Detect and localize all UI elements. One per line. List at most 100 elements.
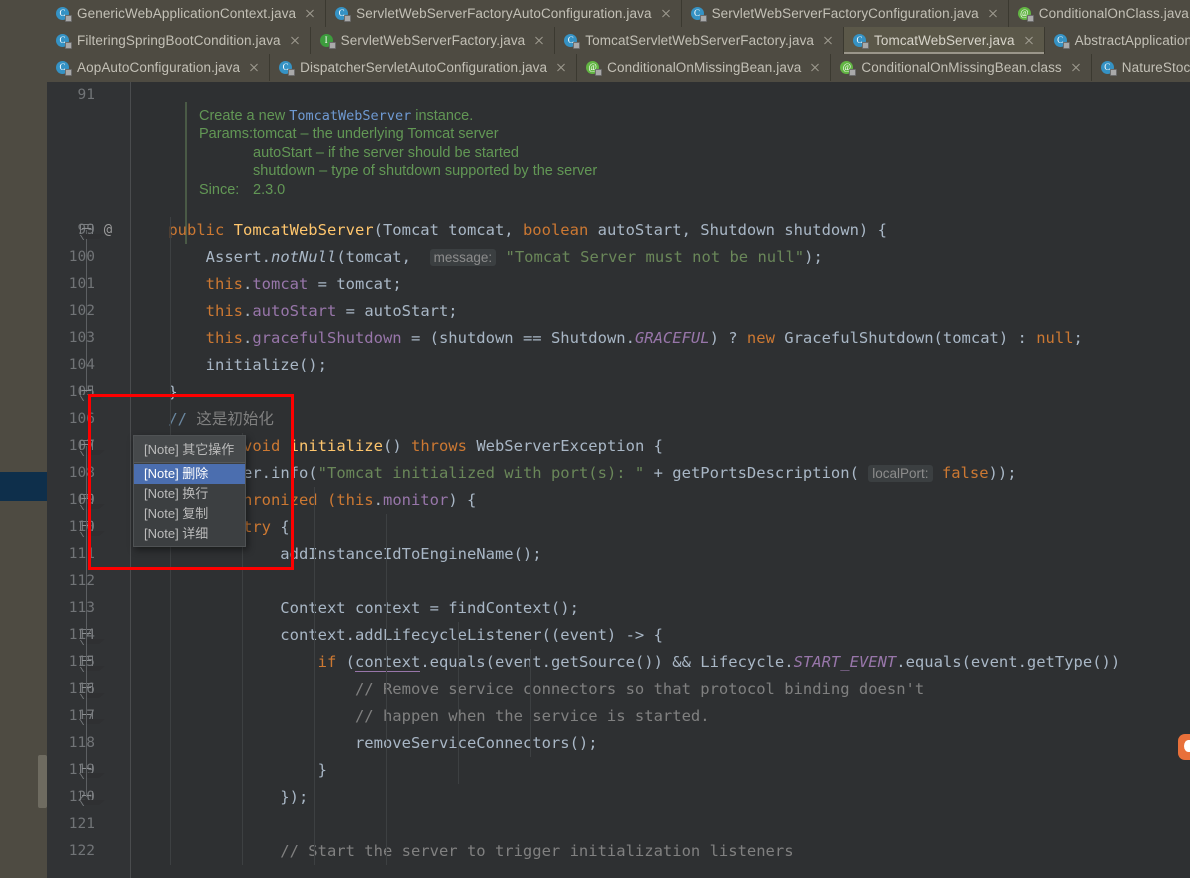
code-line-99[interactable]: public TomcatWebServer(Tomcat tomcat, bo… <box>131 217 887 244</box>
code-line-114[interactable]: context.addLifecycleListener((event) -> … <box>131 622 663 649</box>
editor-tab-conditionalonmissingbean-java[interactable]: @ ConditionalOnMissingBean.java <box>577 54 832 81</box>
code-token: message: <box>429 249 497 266</box>
indent-guide <box>314 487 315 865</box>
close-icon[interactable] <box>304 8 316 20</box>
code-token: () <box>382 437 411 455</box>
javadoc-param-1: autoStart – if the server should be star… <box>253 144 519 161</box>
left-strip-highlight-band <box>0 472 47 501</box>
code-token: // Start the server to trigger initializ… <box>131 842 794 860</box>
code-token: ) ? <box>709 329 747 347</box>
editor-tab-tomcatwebserver-java[interactable]: C TomcatWebServer.java <box>844 27 1045 54</box>
code-line-100[interactable]: Assert.notNull(tomcat, message: "Tomcat … <box>131 244 823 271</box>
code-token: (Tomcat tomcat, <box>373 221 523 239</box>
close-icon[interactable] <box>289 35 301 47</box>
code-token: TomcatWebServer <box>233 221 374 239</box>
editor-tab-aopautoconfiguration-java[interactable]: C AopAutoConfiguration.java <box>47 54 271 81</box>
javadoc-summary-type: TomcatWebServer <box>289 108 412 124</box>
code-line-118[interactable]: removeServiceConnectors(); <box>131 730 598 757</box>
code-token: gracefulShutdown <box>252 329 402 347</box>
editor-tab-servletwebserverfactory-java[interactable]: I ServletWebServerFactory.java <box>310 27 556 54</box>
code-line-106[interactable]: // 这是初始化 <box>131 406 274 433</box>
code-line-104[interactable]: initialize(); <box>131 352 327 379</box>
java-annotation-icon: @ <box>1017 6 1034 22</box>
editor-gutter[interactable]: 9199100101102103104105106107108109110111… <box>47 82 131 878</box>
javadoc-param-0: tomcat – the underlying Tomcat server <box>253 126 499 143</box>
editor-tab-label: ServletWebServerFactory.java <box>340 33 526 48</box>
code-token: null <box>1036 329 1074 347</box>
code-line-108[interactable]: logger.info("Tomcat initialized with por… <box>131 460 1017 487</box>
code-token: throws <box>410 437 477 455</box>
close-icon[interactable] <box>533 35 545 47</box>
close-icon[interactable] <box>987 8 999 20</box>
code-fold-start-icon[interactable] <box>80 224 105 239</box>
code-line-115[interactable]: if (context.equals(event.getSource()) &&… <box>131 649 1120 676</box>
editor-tab-conditionalonmissingbean-class[interactable]: @ ConditionalOnMissingBean.class <box>831 54 1092 81</box>
note-menu-item-1[interactable]: [Note] 换行 <box>134 484 245 504</box>
line-number: 118 <box>68 735 95 751</box>
editor-tab-dispatcherservletautoconfiguration-java[interactable]: C DispatcherServletAutoConfiguration.java <box>270 54 578 81</box>
line-number: 112 <box>68 573 95 589</box>
code-token: . <box>242 302 253 320</box>
editor-tab-label: ConditionalOnClass.java <box>1038 6 1189 21</box>
code-token: )); <box>988 464 1017 482</box>
code-content-pane[interactable]: Create a new TomcatWebServer instance. P… <box>131 82 1190 878</box>
note-menu-item-0[interactable]: [Note] 删除 <box>134 464 245 484</box>
code-token: .equals(event.getSource()) && Lifecycle. <box>420 653 794 671</box>
close-icon[interactable] <box>1023 35 1035 47</box>
code-token: }); <box>131 788 309 806</box>
java-interface-icon: I <box>319 33 336 49</box>
editor-tab-genericwebapplicationcontext-java[interactable]: C GenericWebApplicationContext.java <box>47 0 327 27</box>
menu-item-other-actions[interactable]: [Note] 其它操作 <box>134 436 245 463</box>
java-annotation-icon: @ <box>586 60 603 76</box>
annotation-gutter-icon[interactable]: @ <box>100 217 116 244</box>
editor-tab-tomcatservletwebserverfactory-java[interactable]: C TomcatServletWebServerFactory.java <box>555 27 845 54</box>
code-line-116[interactable]: // Remove service connectors so that pro… <box>131 676 924 703</box>
code-line-120[interactable]: }); <box>131 784 308 811</box>
close-icon[interactable] <box>660 8 672 20</box>
note-menu-item-3[interactable]: [Note] 详细 <box>134 524 245 544</box>
line-number: 111 <box>68 546 95 562</box>
code-token: context.addLifecycleListener((event) -> … <box>131 626 663 644</box>
editor-tab-bar: C GenericWebApplicationContext.java C Servl… <box>47 0 1190 82</box>
code-token: try <box>242 518 281 536</box>
code-line-102[interactable]: this.autoStart = autoStart; <box>131 298 458 325</box>
code-line-113[interactable]: Context context = findContext(); <box>131 595 579 622</box>
close-icon[interactable] <box>248 62 260 74</box>
code-line-103[interactable]: this.gracefulShutdown = (shutdown == Shu… <box>131 325 1083 352</box>
code-token: . <box>373 491 383 509</box>
code-line-122[interactable]: // Start the server to trigger initializ… <box>131 838 794 865</box>
editor-tab-abstractapplicationcontext-java[interactable]: C AbstractApplicationContext.java <box>1044 27 1190 54</box>
right-edge-inlay-indicator <box>1178 734 1190 760</box>
code-token: . <box>242 275 253 293</box>
code-token: . <box>242 329 253 347</box>
close-icon[interactable] <box>555 62 567 74</box>
close-icon[interactable] <box>1070 62 1082 74</box>
editor-scrollbar-thumb[interactable] <box>38 755 47 808</box>
editor-tab-servletwebserverfactoryconfiguration-java[interactable]: C ServletWebServerFactoryConfiguration.ja… <box>681 0 1009 27</box>
code-token: boolean <box>522 221 598 239</box>
code-token: initialize <box>289 437 383 455</box>
code-line-117[interactable]: // happen when the service is started. <box>131 703 710 730</box>
code-token: public <box>168 221 234 239</box>
note-menu-item-2[interactable]: [Note] 复制 <box>134 504 245 524</box>
editor-tab-naturestockinordererpinv[interactable]: C NatureStockInOrderErpInv <box>1091 54 1190 81</box>
code-line-119[interactable]: } <box>131 757 327 784</box>
code-token: initialize(); <box>131 356 327 374</box>
left-tool-strip[interactable] <box>0 0 47 878</box>
code-line-101[interactable]: this.tomcat = tomcat; <box>131 271 402 298</box>
note-context-menu[interactable]: [Note] 其它操作 [Note] 删除 [Note] 换行 [Note] 复制[… <box>133 435 246 547</box>
editor-tab-filteringspringbootcondition-java[interactable]: C FilteringSpringBootCondition.java <box>47 27 311 54</box>
editor-tab-conditionalonclass-java[interactable]: @ ConditionalOnClass.java <box>1008 0 1190 27</box>
editor-tab-row-2: C AopAutoConfiguration.java C DispatcherSer… <box>47 54 1190 81</box>
code-token: this <box>205 302 243 320</box>
code-token: WebServerException { <box>476 437 663 455</box>
close-icon[interactable] <box>822 35 834 47</box>
editor-tab-servletwebserverfactoryautoconfiguration-java[interactable]: C ServletWebServerFactoryAutoConfiguratio… <box>326 0 682 27</box>
close-icon[interactable] <box>809 62 821 74</box>
code-token: ( <box>345 653 355 671</box>
editor-tab-label: ServletWebServerFactoryAutoConfiguration… <box>356 6 652 21</box>
code-fold-end-icon[interactable] <box>80 386 105 400</box>
code-token: { <box>280 518 290 536</box>
